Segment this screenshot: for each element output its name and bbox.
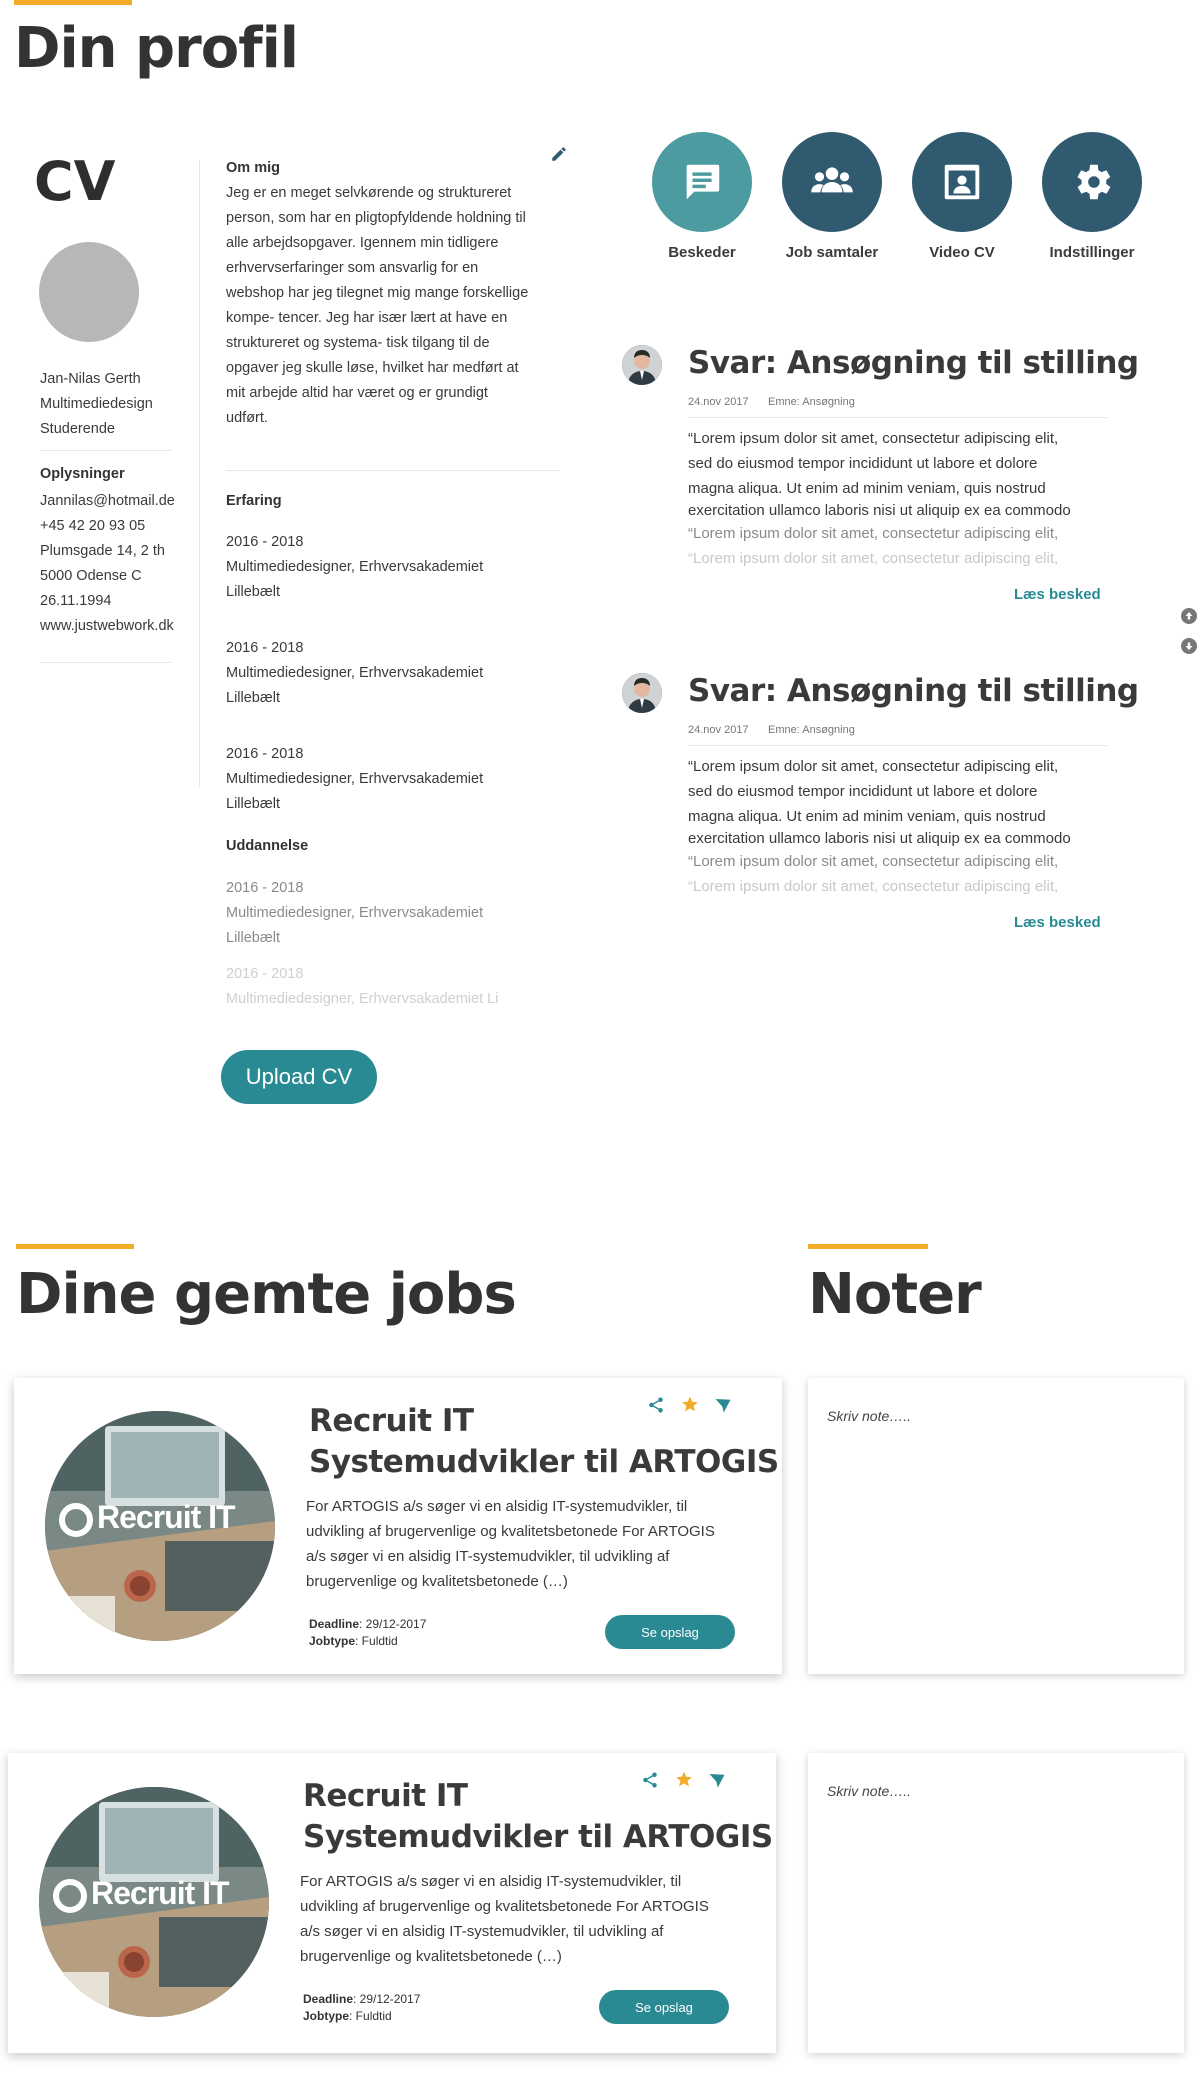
read-message-link[interactable]: Læs besked [1014,914,1101,931]
nav-indstillinger[interactable] [1042,132,1142,232]
job-company: Recruit IT [303,1778,468,1814]
education-item: 2016 - 2018 Multimediedesigner, Erhvervs… [226,880,484,946]
star-icon[interactable] [681,1395,699,1413]
info-label: Oplysninger [40,466,125,482]
send-icon[interactable] [714,1396,732,1414]
job-deadline: Deadline: 29/12-2017 [309,1617,427,1631]
experience-item: 2016 - 2018 Multimediedesigner, Erhvervs… [226,746,484,812]
notes-title: Noter [808,1262,982,1327]
nav-job-samtaler[interactable] [782,132,882,232]
note-card[interactable]: Skriv note….. [808,1753,1184,2053]
job-description: For ARTOGIS a/s søger vi en alsidig IT-s… [306,1498,715,1590]
about-text: Jeg er en meget selvkørende og strukture… [226,185,529,426]
nav-beskeder[interactable] [652,132,752,232]
people-icon [782,132,882,232]
divider [40,450,172,451]
cv-title: CV [34,150,116,213]
page-title: Din profil [14,16,299,81]
note-input[interactable]: Skriv note….. [827,1408,911,1424]
accent-bar [16,1244,134,1249]
job-company: Recruit IT [309,1403,474,1439]
video-cv-icon [912,132,1012,232]
job-type: Jobtype: Fuldtid [309,1634,398,1648]
nav-video-cv[interactable] [912,132,1012,232]
education-label: Uddannelse [226,838,309,854]
experience-item: 2016 - 2018 Multimediedesigner, Erhvervs… [226,640,484,706]
job-deadline: Deadline: 29/12-2017 [303,1992,421,2006]
message-subject: Emne: Ansøgning [768,724,855,736]
experience-label: Erfaring [226,493,282,509]
send-icon[interactable] [708,1771,726,1789]
sender-avatar [622,673,662,713]
column-divider [199,160,200,787]
divider [688,417,1108,418]
message-subject: Emne: Ansøgning [768,396,855,408]
message-preview: “Lorem ipsum dolor sit amet, consectetur… [688,430,1071,567]
scroll-down-icon[interactable] [1181,638,1197,654]
message-title[interactable]: Svar: Ansøgning til stilling [688,345,1139,381]
nav-label[interactable]: Indstillinger [1030,244,1154,261]
person-education: Multimediedesign [40,396,153,412]
share-icon[interactable] [641,1771,659,1789]
info-phone: +45 42 20 93 05 [40,518,146,534]
divider [688,745,1108,746]
job-card[interactable]: Recruit IT Recruit IT Systemudvikler til… [8,1753,776,2053]
share-icon[interactable] [647,1396,665,1414]
job-description: For ARTOGIS a/s søger vi en alsidig IT-s… [300,1873,709,1965]
job-card[interactable]: Recruit IT Recruit IT Systemudvikler til… [14,1378,782,1674]
info-website[interactable]: www.justwebwork.dk [40,614,174,639]
star-icon[interactable] [675,1770,693,1788]
note-input[interactable]: Skriv note….. [827,1783,911,1799]
gear-icon [1042,132,1142,232]
recruit-it-logo: Recruit IT [59,1499,264,1537]
read-message-link[interactable]: Læs besked [1014,586,1101,603]
sender-avatar [622,345,662,385]
divider [226,470,560,471]
avatar[interactable] [39,242,139,342]
job-logo-image: Recruit IT [39,1787,269,2017]
education-item: 2016 - 2018 Multimediedesigner, Erhvervs… [226,966,499,1007]
job-position[interactable]: Systemudvikler til ARTOGIS [309,1444,779,1480]
edit-icon[interactable] [550,145,568,163]
message-icon [652,132,752,232]
info-email[interactable]: Jannilas@hotmail.de [40,489,175,514]
recruit-it-logo: Recruit IT [53,1875,258,1913]
message-preview: “Lorem ipsum dolor sit amet, consectetur… [688,758,1071,895]
divider [40,662,172,663]
message-title[interactable]: Svar: Ansøgning til stilling [688,673,1139,709]
job-type: Jobtype: Fuldtid [303,2009,392,2023]
see-listing-button[interactable]: Se opslag [605,1615,735,1649]
experience-item: 2016 - 2018 Multimediedesigner, Erhvervs… [226,534,484,600]
nav-label[interactable]: Video CV [900,244,1024,261]
nav-label[interactable]: Job samtaler [770,244,894,261]
scroll-up-icon[interactable] [1181,608,1197,624]
person-status: Studerende [40,421,115,437]
nav-label[interactable]: Beskeder [640,244,764,261]
accent-bar [808,1244,928,1249]
message-date: 24.nov 2017 [688,396,749,408]
about-label: Om mig [226,160,280,176]
accent-bar [14,0,132,5]
see-listing-button[interactable]: Se opslag [599,1990,729,2024]
note-card[interactable]: Skriv note….. [808,1378,1184,1674]
job-position[interactable]: Systemudvikler til ARTOGIS [303,1819,773,1855]
info-birthdate: 26.11.1994 [40,593,112,609]
saved-jobs-title: Dine gemte jobs [16,1262,517,1327]
info-street: Plumsgade 14, 2 th [40,543,165,559]
person-name: Jan-Nilas Gerth [40,371,141,387]
upload-cv-button[interactable]: Upload CV [221,1050,377,1104]
job-logo-image: Recruit IT [45,1411,275,1641]
info-city: 5000 Odense C [40,568,142,584]
message-date: 24.nov 2017 [688,724,749,736]
